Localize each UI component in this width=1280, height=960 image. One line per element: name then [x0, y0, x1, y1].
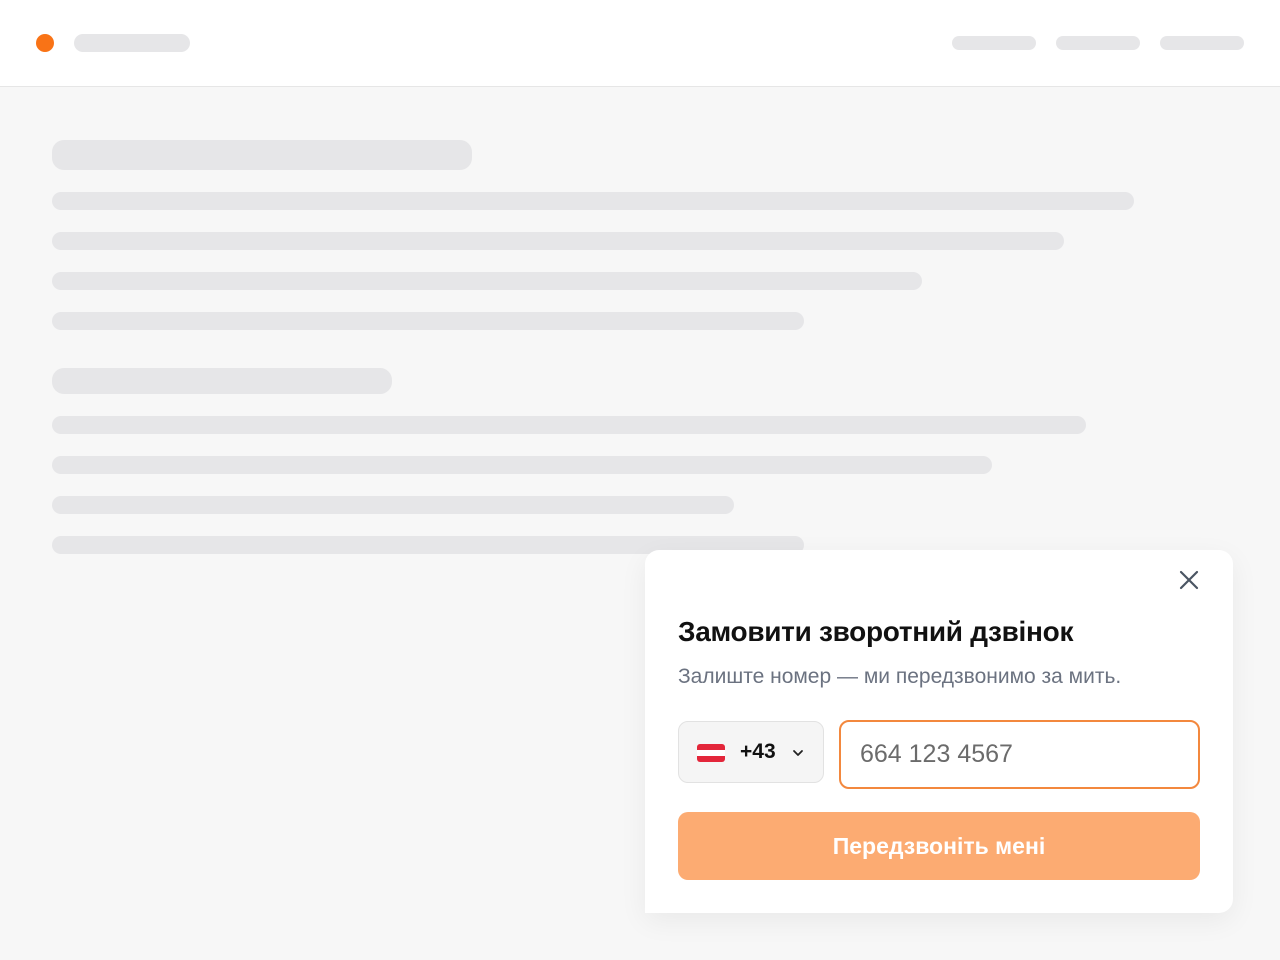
- close-button[interactable]: [1175, 566, 1203, 594]
- skeleton-heading: [52, 140, 472, 170]
- skeleton-line: [52, 456, 992, 474]
- top-bar: [0, 0, 1280, 87]
- phone-number-input[interactable]: [839, 720, 1200, 789]
- close-icon: [1179, 570, 1199, 590]
- skeleton-heading: [52, 368, 392, 394]
- chevron-down-icon: [793, 750, 803, 756]
- callback-widget: Замовити зворотний дзвінок Залиште номер…: [645, 550, 1233, 913]
- nav-link-placeholder-1[interactable]: [952, 36, 1036, 50]
- austria-flag-icon: [697, 744, 725, 762]
- skeleton-line: [52, 272, 922, 290]
- skeleton-line: [52, 496, 734, 514]
- country-code-select[interactable]: +43: [678, 721, 824, 783]
- widget-title: Замовити зворотний дзвінок: [678, 616, 1074, 647]
- skeleton-line: [52, 232, 1064, 250]
- skeleton-line: [52, 416, 1086, 434]
- call-me-button[interactable]: Передзвоніть мені: [678, 812, 1200, 880]
- brand-logo-dot: [36, 34, 54, 52]
- widget-subtitle: Залиште номер — ми передзвонимо за мить.: [678, 665, 1122, 688]
- skeleton-line: [52, 192, 1134, 210]
- nav-link-placeholder-3[interactable]: [1160, 36, 1244, 50]
- brand-name-placeholder: [74, 34, 190, 52]
- nav-link-placeholder-2[interactable]: [1056, 36, 1140, 50]
- country-dial-code: +43: [740, 740, 776, 763]
- skeleton-line: [52, 312, 804, 330]
